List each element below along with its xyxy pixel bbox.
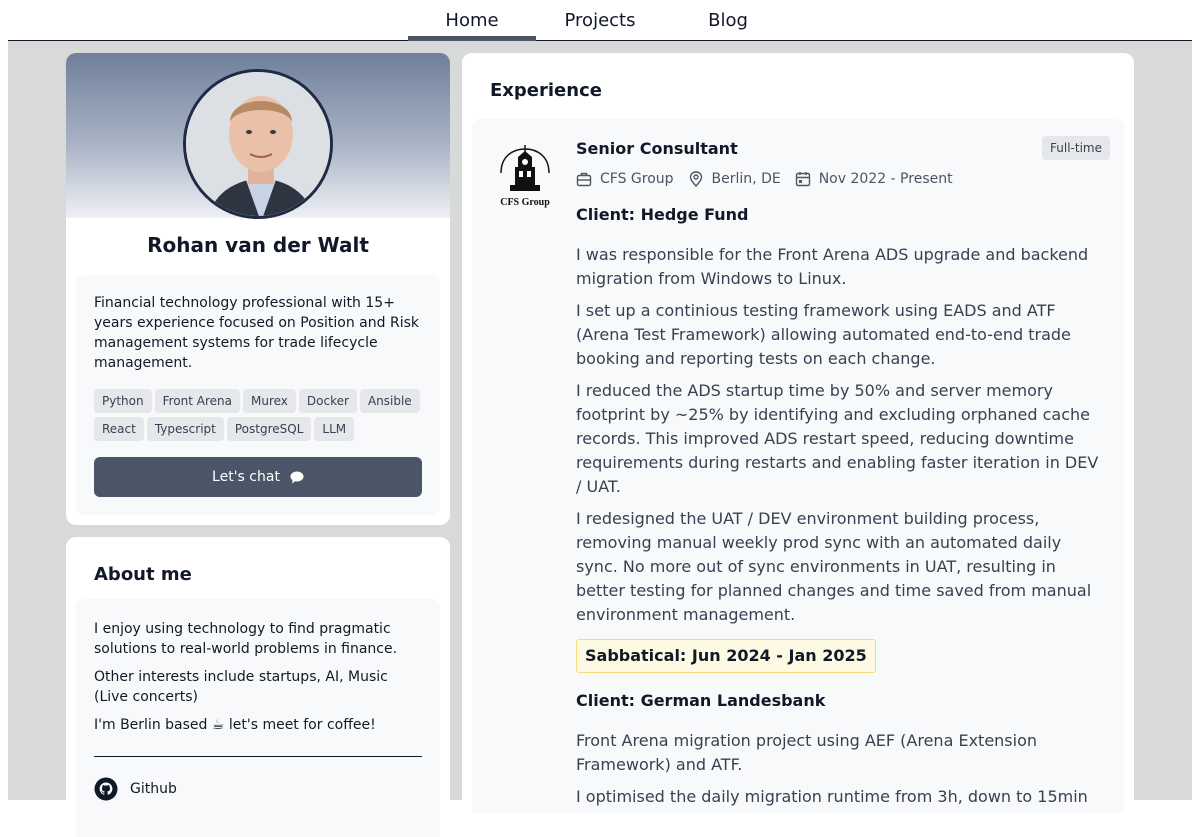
about-paragraph: I'm Berlin based ☕ let's meet for coffee… — [94, 717, 376, 733]
profile-name: Rohan van der Walt — [147, 233, 369, 257]
profile-bio: Financial technology professional with 1… — [94, 295, 419, 371]
about-title: About me — [94, 564, 192, 585]
nav-tab-blog[interactable]: Blog — [664, 0, 792, 40]
experience-paragraph: I optimised the daily migration runtime … — [576, 787, 1088, 813]
skill-tag: Murex — [243, 389, 296, 413]
profile-details: Financial technology professional with 1… — [76, 275, 440, 515]
about-content: I enjoy using technology to find pragmat… — [76, 599, 440, 837]
company-logo: CFS Group — [500, 145, 550, 208]
profile-card: Rohan van der Walt Financial technology … — [66, 53, 450, 525]
skill-tag: Typescript — [146, 417, 224, 441]
about-paragraph: I enjoy using technology to find pragmat… — [94, 621, 398, 657]
top-nav: Home Projects Blog — [8, 0, 1192, 41]
location-pin-icon — [689, 171, 702, 187]
lets-chat-label: Let's chat — [212, 469, 280, 485]
experience-paragraph: Front Arena migration project using AEF … — [576, 731, 1038, 774]
nav-tab-projects[interactable]: Projects — [536, 0, 664, 40]
nav-tab-home[interactable]: Home — [408, 0, 536, 41]
about-paragraph: Other interests include startups, AI, Mu… — [94, 669, 388, 705]
skill-tag: LLM — [314, 417, 355, 441]
avatar-portrait-image — [186, 72, 330, 216]
job-title: Senior Consultant — [576, 139, 738, 158]
experience-paragraph: I reduced the ADS startup time by 50% an… — [576, 381, 1099, 496]
company-name: CFS Group — [600, 171, 674, 187]
lets-chat-button[interactable]: Let's chat — [94, 457, 422, 497]
experience-paragraph: I set up a continious testing framework … — [576, 301, 1071, 368]
calendar-icon — [795, 172, 810, 187]
skill-tags: Python Front Arena Murex Docker Ansible Reac… — [94, 389, 424, 445]
job-dates: Nov 2022 - Present — [818, 171, 953, 187]
about-divider — [94, 756, 422, 757]
github-link[interactable]: Github — [94, 777, 177, 801]
page-canvas: Rohan van der Walt Financial technology … — [8, 41, 1192, 837]
job-entry: CFS Group Senior Consultant Full-time CF… — [472, 119, 1124, 813]
skill-tag: Python — [94, 389, 152, 413]
job-meta: CFS Group Berlin, DE Nov 2022 - Present — [576, 169, 967, 189]
job-location: Berlin, DE — [711, 171, 781, 187]
skill-tag: React — [94, 417, 144, 441]
experience-paragraph: I redesigned the UAT / DEV environment b… — [576, 509, 1092, 624]
skill-tag: PostgreSQL — [226, 417, 312, 441]
client-heading: Client: Hedge Fund — [576, 205, 749, 224]
client-heading: Client: German Landesbank — [576, 691, 826, 710]
github-icon — [94, 777, 118, 801]
chat-bubble-icon — [290, 471, 304, 483]
avatar — [183, 69, 333, 219]
about-card: About me I enjoy using technology to fin… — [66, 537, 450, 837]
skill-tag: Docker — [298, 389, 357, 413]
skill-tag: Ansible — [359, 389, 420, 413]
sabbatical-badge: Sabbatical: Jun 2024 - Jan 2025 — [576, 639, 876, 673]
employment-type-badge: Full-time — [1042, 136, 1110, 160]
company-logo-text: CFS Group — [500, 197, 550, 208]
github-label: Github — [130, 781, 177, 797]
experience-card: Experience CFS Group Senior Consultant F… — [462, 53, 1134, 813]
experience-paragraph: I was responsible for the Front Arena AD… — [576, 245, 1089, 288]
skill-tag: Front Arena — [154, 389, 240, 413]
experience-title: Experience — [490, 80, 602, 101]
briefcase-icon — [576, 172, 592, 187]
